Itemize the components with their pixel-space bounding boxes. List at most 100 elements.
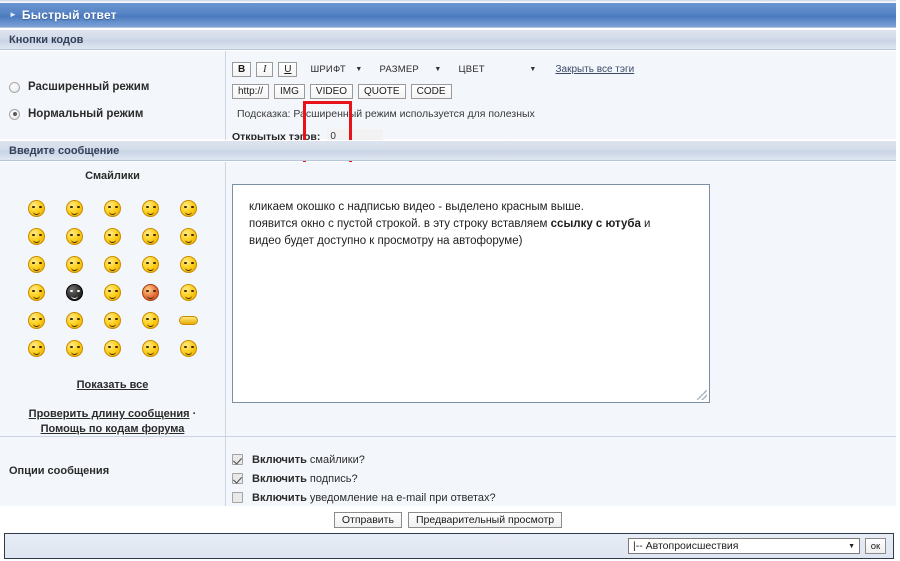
vertical-divider [225,162,226,436]
section-header-code-buttons: Кнопки кодов [0,29,896,50]
bbcode-toolbar: B I U ШРИФТ ▼ РАЗМЕР ▼ ЦВЕТ ▼ Закрыть вс… [232,51,892,144]
message-line-2: появится окно с пустой строкой. в эту ст… [249,216,693,233]
checkbox-enable-email-notification[interactable] [232,492,243,503]
mode-option-extended-label: Расширенный режим [28,81,150,93]
smiley-dizzy[interactable] [104,199,121,217]
message-options-label: Опции сообщения [9,465,110,477]
option-smilies-rest: смайлики? [306,453,365,466]
message-options-list: Включить смайлики? Включить подпись? Вкл… [232,450,496,507]
checkbox-enable-signature[interactable] [232,473,243,484]
right-margin [896,0,900,533]
section-header-enter-message: Введите сообщение [0,140,896,161]
quote-button[interactable]: QUOTE [358,84,406,99]
smiley-silent[interactable] [142,255,159,273]
smiley-facepalm[interactable] [104,339,121,357]
bbcode-toolbar-row-2: http:// IMG VIDEO QUOTE CODE [232,83,892,100]
smiley-neutral[interactable] [142,199,159,217]
close-all-tags-link[interactable]: Закрыть все тэги [555,64,634,75]
mode-option-normal[interactable]: Нормальный режим [9,104,225,124]
checkbox-enable-smilies[interactable] [232,454,243,465]
smiley-pacman[interactable] [104,283,121,301]
smiley-wink[interactable] [66,227,83,245]
section-header-enter-message-label: Введите сообщение [9,144,120,157]
option-signature-rest: подпись? [306,472,358,485]
message-options-band: Опции сообщения Включить смайлики? Включ… [0,436,896,507]
underline-button[interactable]: U [278,62,298,77]
color-select[interactable]: ЦВЕТ ▼ [458,62,536,77]
message-textarea-wrapper: кликаем окошко с надписью видео - выделе… [232,184,710,403]
smiley-hug[interactable] [104,311,121,329]
smiley-angry-red[interactable] [142,283,159,301]
smiley-shocked[interactable] [28,227,45,245]
message-line-1: кликаем окошко с надписью видео - выделе… [249,201,584,213]
option-enable-email-notification[interactable]: Включить уведомление на e-mail при ответ… [232,488,496,507]
smiley-mad[interactable] [180,339,197,357]
page-title: Быстрый ответ [21,8,117,22]
url-button[interactable]: http:// [232,84,270,99]
smiley-squint[interactable] [180,255,197,273]
smiley-cry[interactable] [142,311,159,329]
smiley-laugh[interactable] [104,255,121,273]
smilies-show-all-row: Показать все [0,379,225,391]
smiley-wave[interactable] [180,283,197,301]
resize-grip-icon[interactable] [697,390,707,400]
forum-jump-select[interactable]: |-- Автопроисшествия ▼ [628,538,860,554]
radio-extended-icon[interactable] [9,81,20,93]
bold-button[interactable]: B [232,62,252,77]
option-email-rest: уведомление на e-mail при ответах? [306,491,496,504]
radio-normal-icon[interactable] [9,108,20,120]
smiley-ninja[interactable] [66,283,83,301]
smiley-teeth[interactable] [142,227,159,245]
size-select[interactable]: РАЗМЕР ▼ [379,62,441,77]
check-message-length-link[interactable]: Проверить длину сообщения [29,408,190,420]
italic-button[interactable]: I [256,62,274,77]
smiley-smirk[interactable] [180,199,197,217]
message-band: Смайлики Показать все Проверить длину со… [0,162,896,436]
img-button[interactable]: IMG [274,84,305,99]
smiley-blush[interactable] [28,339,45,357]
toolbar-band: Расширенный режим Нормальный режим B I U… [0,51,896,174]
message-line-3: видео будет доступно к просмотру на авто… [249,235,523,247]
bbcode-toolbar-row-1: B I U ШРИФТ ▼ РАЗМЕР ▼ ЦВЕТ ▼ Закрыть вс… [232,61,892,78]
show-all-smilies-link[interactable]: Показать все [77,379,149,391]
smilies-panel: Смайлики Показать все Проверить длину со… [0,162,225,436]
smiley-roll-eyes[interactable] [66,199,83,217]
message-textarea[interactable]: кликаем окошко с надписью видео - выделе… [232,184,710,403]
message-line-2-tail: и [640,218,651,230]
smiley-sleepy[interactable] [66,339,83,357]
smiley-bored[interactable] [66,311,83,329]
smiley-think[interactable] [28,311,45,329]
code-button[interactable]: CODE [410,84,452,99]
mode-option-extended[interactable]: Расширенный режим [9,77,225,97]
chevron-down-icon: ▼ [848,542,855,550]
smiley-stare[interactable] [28,283,45,301]
option-signature-bold: Включить [252,472,307,485]
chevron-right-icon: ► [9,10,17,19]
smilies-title: Смайлики [85,170,140,182]
smiley-sleep-flat[interactable] [179,315,198,325]
smiley-lol[interactable] [142,339,159,357]
message-line-2-bold: ссылку с ютуба [550,218,641,230]
font-select[interactable]: ШРИФТ ▼ [310,62,362,77]
preview-button[interactable]: Предварительный просмотр [407,512,563,528]
vertical-divider [225,437,226,507]
video-button[interactable]: VIDEO [309,84,354,99]
smiley-grin[interactable] [28,199,45,217]
forum-jump-ok-button[interactable]: ок [865,538,886,554]
option-enable-signature[interactable]: Включить подпись? [232,469,496,488]
send-button[interactable]: Отправить [333,512,402,528]
smiley-tongue[interactable] [104,227,121,245]
chevron-down-icon: ▼ [434,66,442,73]
smiley-cool[interactable] [180,227,197,245]
forum-codes-help-link[interactable]: Помощь по кодам форума [41,423,185,435]
quick-reply-titlebar: ► Быстрый ответ [0,3,896,28]
forum-jump-bar: |-- Автопроисшествия ▼ ок [4,533,894,559]
forum-jump-selected-value: |-- Автопроисшествия [633,540,739,552]
vertical-divider [225,51,226,140]
mode-selector: Расширенный режим Нормальный режим [0,51,225,140]
chevron-down-icon: ▼ [529,66,537,73]
smiley-sly[interactable] [66,255,83,273]
smiley-happy[interactable] [28,255,45,273]
option-enable-smilies[interactable]: Включить смайлики? [232,450,496,469]
font-select-label: ШРИФТ [310,64,346,75]
